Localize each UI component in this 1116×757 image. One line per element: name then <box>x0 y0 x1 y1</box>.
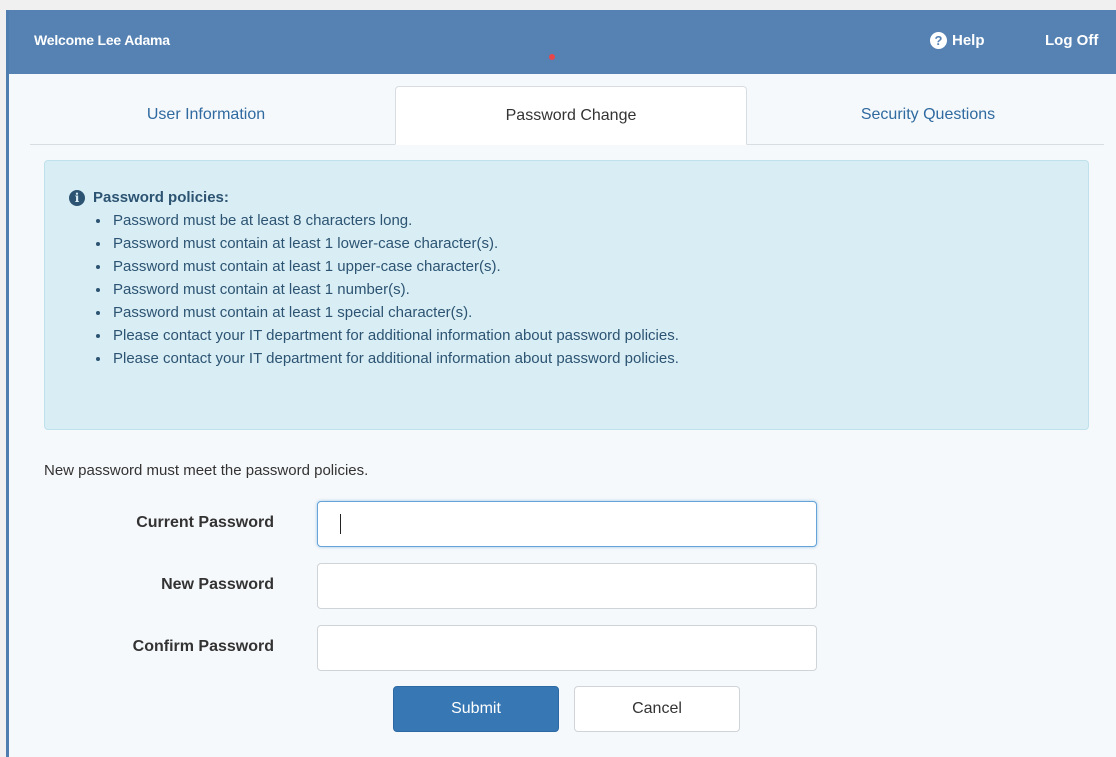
current-password-input[interactable] <box>317 501 817 547</box>
welcome-text: Welcome Lee Adama <box>34 32 170 48</box>
confirm-password-label: Confirm Password <box>132 638 274 655</box>
app-frame: Welcome Lee Adama ? Help Log Off User In… <box>6 10 1116 757</box>
current-password-row: Current Password <box>9 501 1116 547</box>
top-bar: Welcome Lee Adama ? Help Log Off <box>9 10 1116 74</box>
policy-item: Please contact your IT department for ad… <box>111 324 679 347</box>
tab-password-change[interactable]: Password Change <box>395 86 747 145</box>
policy-title: Password policies: <box>93 189 229 206</box>
log-off-link[interactable]: Log Off <box>1045 32 1098 49</box>
help-link[interactable]: ? Help <box>930 32 985 49</box>
policy-item: Password must contain at least 1 upper-c… <box>111 255 679 278</box>
confirm-password-row: Confirm Password <box>9 625 1116 671</box>
policy-item: Password must be at least 8 characters l… <box>111 209 679 232</box>
tab-security-questions[interactable]: Security Questions <box>752 86 1104 144</box>
policy-item: Please contact your IT department for ad… <box>111 347 679 370</box>
help-label: Help <box>952 32 985 49</box>
instruction-text: New password must meet the password poli… <box>44 462 369 479</box>
policy-heading: i Password policies: <box>69 189 229 206</box>
current-password-label: Current Password <box>136 514 274 531</box>
submit-button[interactable]: Submit <box>393 686 559 732</box>
text-caret <box>340 514 341 534</box>
policy-item: Password must contain at least 1 lower-c… <box>111 232 679 255</box>
new-password-input[interactable] <box>317 563 817 609</box>
new-password-row: New Password <box>9 563 1116 609</box>
policy-item: Password must contain at least 1 number(… <box>111 278 679 301</box>
confirm-password-input[interactable] <box>317 625 817 671</box>
cancel-button[interactable]: Cancel <box>574 686 740 732</box>
tab-user-information[interactable]: User Information <box>30 86 382 144</box>
policy-list: Password must be at least 8 characters l… <box>89 209 679 370</box>
password-policy-panel: i Password policies: Password must be at… <box>44 160 1089 430</box>
new-password-label: New Password <box>161 576 274 593</box>
info-circle-icon: i <box>69 189 85 206</box>
tab-bar: User Information Password Change Securit… <box>30 86 1104 145</box>
question-circle-icon: ? <box>930 32 947 49</box>
policy-item: Password must contain at least 1 special… <box>111 301 679 324</box>
notification-dot <box>549 54 555 60</box>
